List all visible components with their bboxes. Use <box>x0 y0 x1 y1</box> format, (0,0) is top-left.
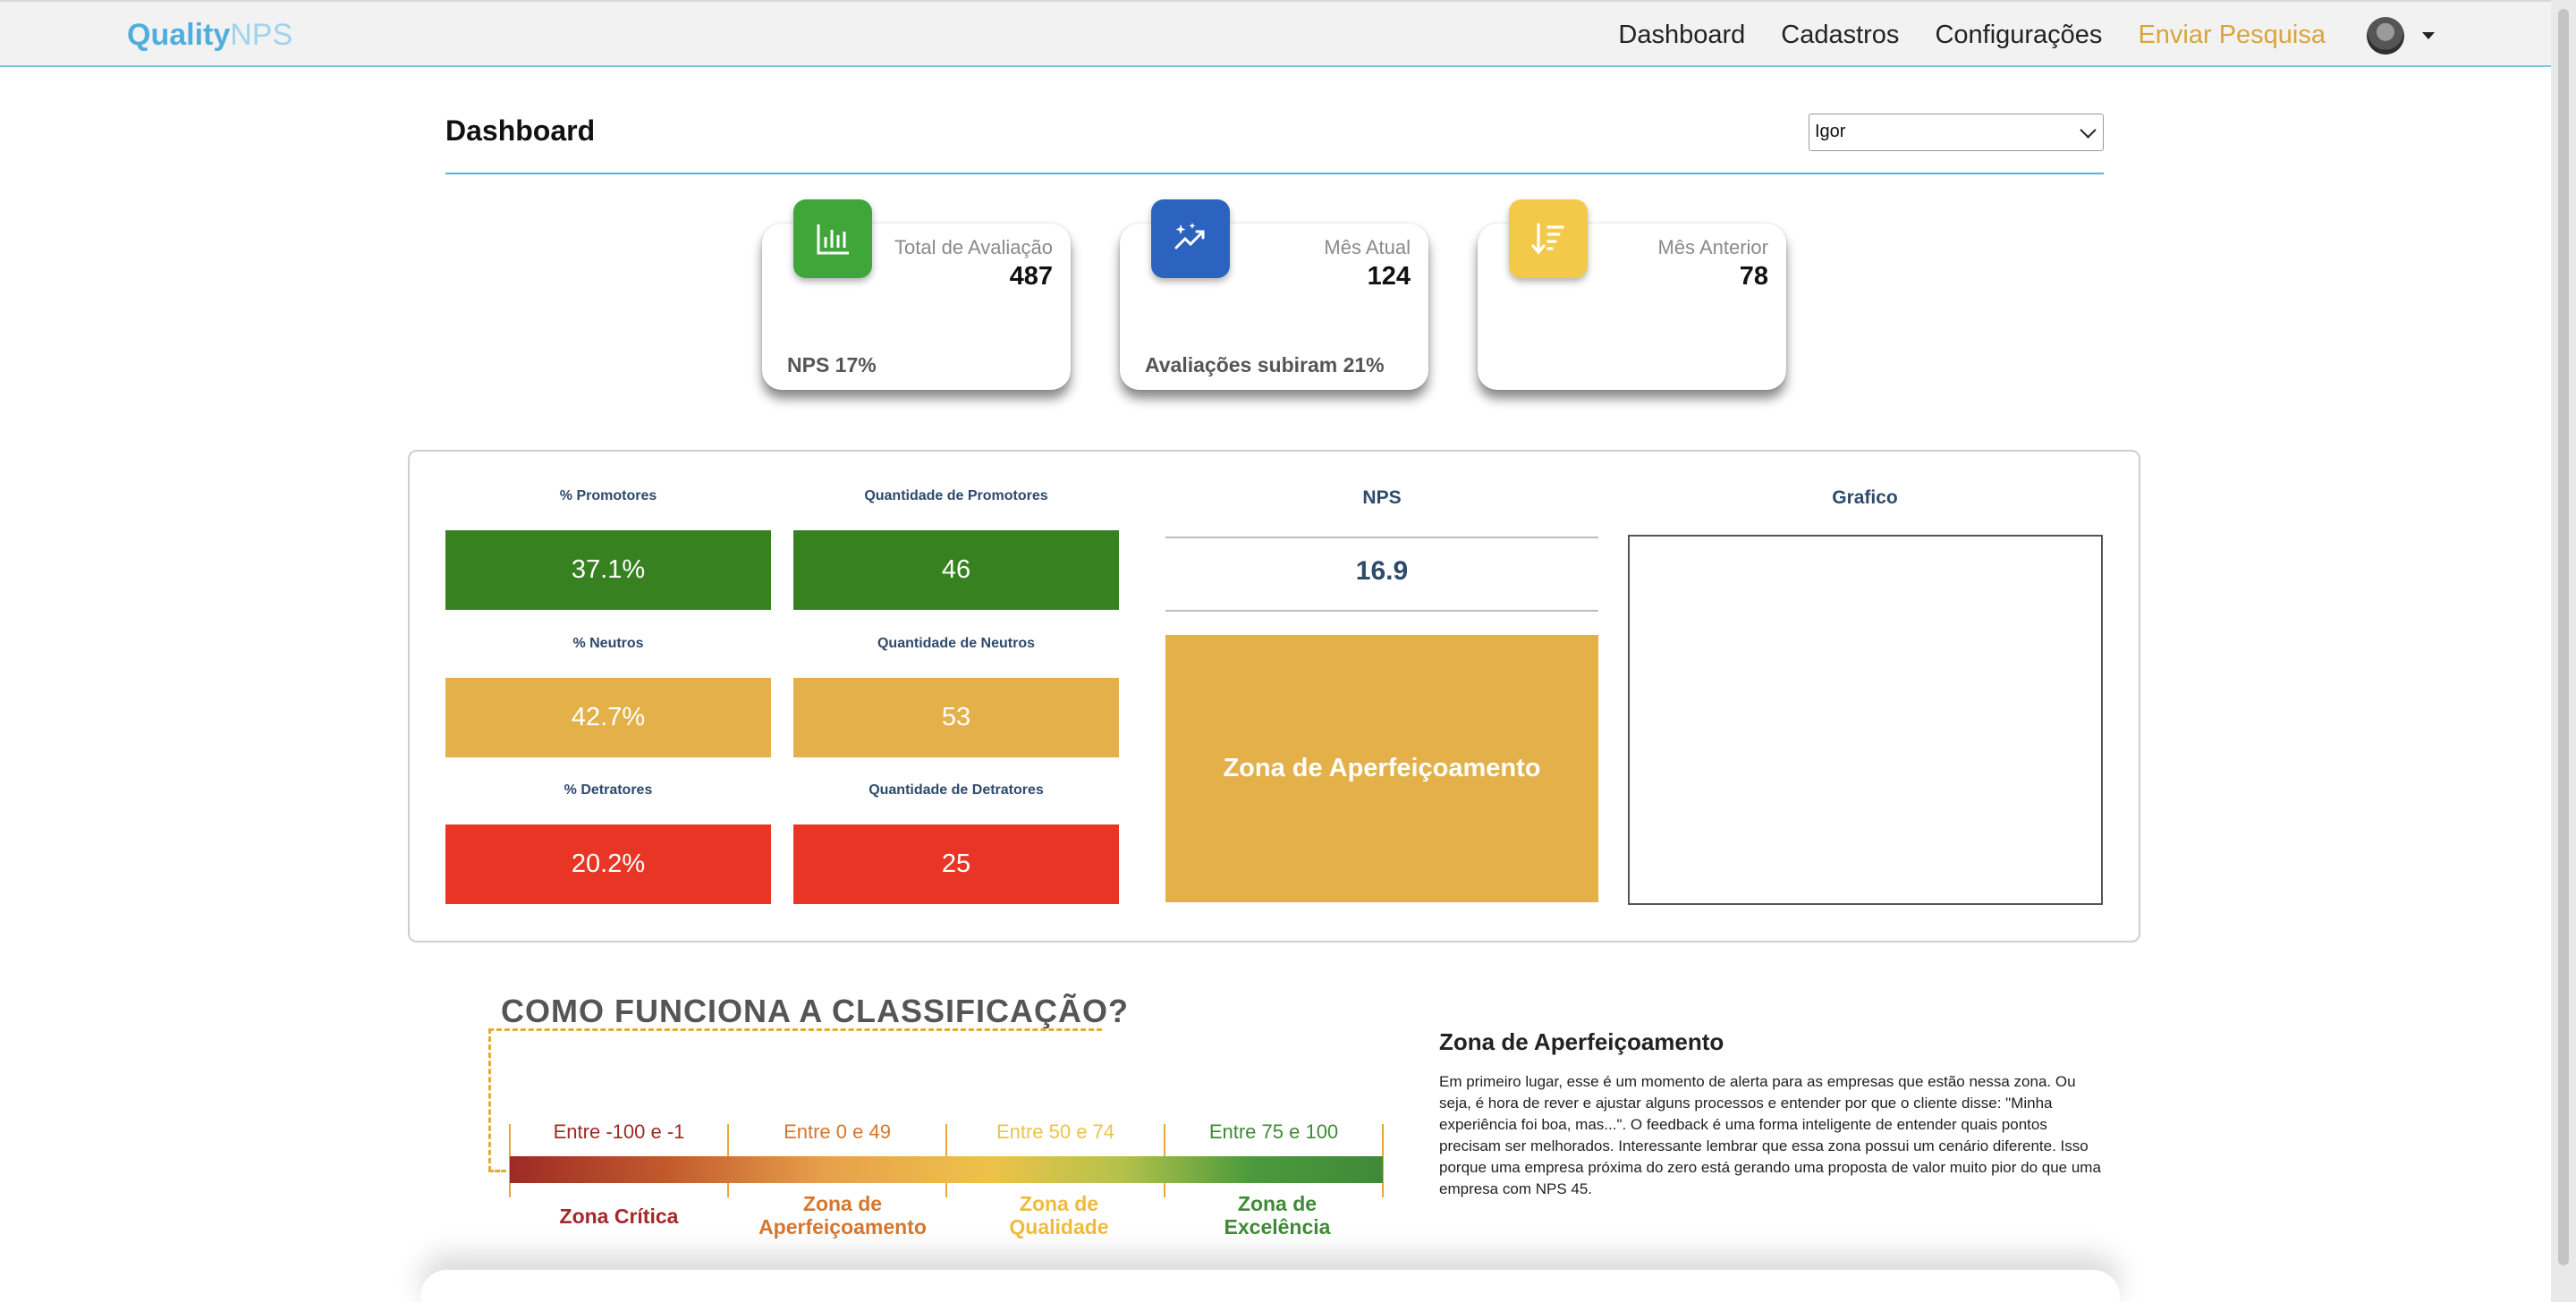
card-label: Mês Atual <box>1324 236 1411 258</box>
card-mes-anterior: Mês Anterior 78 <box>1478 199 1786 390</box>
user-avatar[interactable] <box>2367 16 2404 55</box>
card-total-avaliacao: Total de Avaliação 487 NPS 17% <box>762 199 1071 390</box>
value-neutros-qty: 53 <box>793 678 1119 757</box>
scrollbar-thumb[interactable] <box>2558 9 2569 1265</box>
zone-excelencia-label: Zona de Excelência <box>1168 1192 1386 1239</box>
zone-aperfeicoamento-line1: Zona de <box>802 1192 883 1215</box>
bar-chart-icon <box>793 199 872 278</box>
top-navbar: QualityNPS Dashboard Cadastros Configura… <box>0 0 2551 67</box>
sparkle-trend-icon <box>1151 199 1230 278</box>
user-select[interactable]: Igor <box>1809 114 2104 151</box>
range-aperfeicoamento: Entre 0 e 49 <box>784 1120 891 1143</box>
nav-link-configuracoes[interactable]: Configurações <box>1935 21 2102 50</box>
brand-logo[interactable]: QualityNPS <box>127 18 292 53</box>
card-footer: NPS 17% <box>787 353 877 376</box>
user-menu-caret-icon[interactable] <box>2422 31 2435 39</box>
user-select-value: Igor <box>1815 122 1846 141</box>
zone-critica-line1: Zona Crítica <box>559 1205 679 1228</box>
brand-part-quality: Quality <box>127 18 231 52</box>
page-title: Dashboard <box>445 114 596 147</box>
card-mes-atual: Mês Atual 124 Avaliações subiram 21% <box>1120 199 1428 390</box>
nps-value: 16.9 <box>1355 556 1409 586</box>
zone-excelencia-line2: Excelência <box>1224 1215 1331 1239</box>
dashed-frame-top <box>488 1028 1102 1031</box>
nav-links: Dashboard Cadastros Configurações Enviar… <box>1582 2 2435 69</box>
zone-aperfeicoamento-line2: Aperfeiçoamento <box>758 1215 927 1239</box>
range-qualidade: Entre 50 e 74 <box>996 1120 1115 1143</box>
grafico-area <box>1628 535 2103 905</box>
card-value: 124 <box>1367 262 1411 291</box>
nav-link-dashboard[interactable]: Dashboard <box>1618 21 1745 50</box>
label-detratores-qty: Quantidade de Detratores <box>869 782 1044 798</box>
grafico-title: Grafico <box>1832 487 1898 508</box>
label-detratores-pct: % Detratores <box>564 782 653 798</box>
zone-qualidade-line2: Qualidade <box>1009 1215 1109 1239</box>
classification-title: COMO FUNCIONA A CLASSIFICAÇÃO? <box>501 993 1129 1029</box>
card-value: 78 <box>1739 262 1768 291</box>
label-promotores-qty: Quantidade de Promotores <box>864 488 1048 503</box>
card-label: Total de Avaliação <box>894 236 1053 258</box>
title-divider <box>445 173 2104 174</box>
bottom-card-edge <box>420 1270 2120 1302</box>
nps-title: NPS <box>1362 487 1402 508</box>
zone-critica-label: Zona Crítica <box>510 1205 728 1228</box>
dashed-frame-bottom <box>488 1170 506 1172</box>
label-neutros-qty: Quantidade de Neutros <box>877 636 1036 651</box>
zone-aperfeicoamento-label: Zona de Aperfeiçoamento <box>733 1192 952 1239</box>
label-neutros-pct: % Neutros <box>572 636 644 651</box>
chevron-down-icon <box>2080 122 2097 139</box>
sort-down-icon <box>1509 199 1588 278</box>
card-footer: Avaliações subiram 21% <box>1145 353 1385 376</box>
zone-info-text: Em primeiro lugar, esse é um momento de … <box>1439 1073 2101 1197</box>
nps-zone-box: Zona de Aperfeiçoamento <box>1165 635 1598 902</box>
dashed-frame-left <box>488 1028 491 1171</box>
nps-divider-top <box>1165 537 1598 538</box>
page-scrollbar[interactable] <box>2551 0 2576 1302</box>
nav-link-enviar-pesquisa[interactable]: Enviar Pesquisa <box>2138 21 2326 50</box>
range-excelencia: Entre 75 e 100 <box>1208 1120 1339 1143</box>
value-neutros-pct: 42.7% <box>445 678 771 757</box>
zone-excelencia-line1: Zona de <box>1237 1192 1318 1215</box>
nav-link-cadastros[interactable]: Cadastros <box>1781 21 1899 50</box>
range-critica: Entre -100 e -1 <box>553 1120 685 1143</box>
value-promotores-pct: 37.1% <box>445 530 771 610</box>
zone-qualidade-label: Zona de Qualidade <box>950 1192 1168 1239</box>
card-label: Mês Anterior <box>1657 236 1769 258</box>
card-value: 487 <box>1009 262 1053 291</box>
value-promotores-qty: 46 <box>793 530 1119 610</box>
value-detratores-pct: 20.2% <box>445 824 771 904</box>
zone-qualidade-line1: Zona de <box>1019 1192 1099 1215</box>
zone-info-title: Zona de Aperfeiçoamento <box>1439 1028 1724 1055</box>
label-promotores-pct: % Promotores <box>559 488 657 503</box>
brand-part-nps: NPS <box>230 18 293 52</box>
nps-divider-bottom <box>1165 610 1598 612</box>
classification-gradient-bar <box>510 1156 1383 1183</box>
value-detratores-qty: 25 <box>793 824 1119 904</box>
